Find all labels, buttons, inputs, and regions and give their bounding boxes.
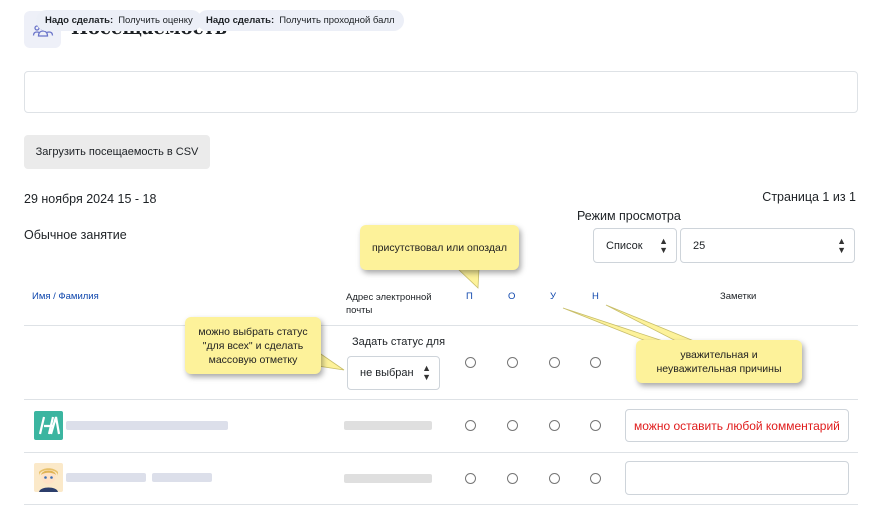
set-status-label: Задать статус для	[352, 336, 446, 348]
column-status-absent[interactable]: Н	[592, 291, 599, 302]
column-status-present[interactable]: П	[466, 291, 473, 302]
student-email-redacted	[344, 421, 432, 430]
avatar-initials-graphic	[38, 416, 61, 435]
divider	[24, 325, 858, 326]
set-status-value: не выбран	[360, 367, 414, 379]
divider	[24, 452, 858, 453]
set-all-absent-radio[interactable]	[590, 357, 601, 368]
status-present-radio[interactable]	[465, 473, 476, 484]
view-mode-value: Список	[606, 239, 643, 252]
column-name-sort-link[interactable]: Имя / Фамилия	[32, 291, 99, 302]
divider	[24, 399, 858, 400]
todo-badge-grade: Надо сделать: Получить оценку	[36, 10, 202, 31]
set-all-present-radio[interactable]	[465, 357, 476, 368]
student-email-redacted	[344, 474, 432, 483]
status-excused-radio[interactable]	[549, 420, 560, 431]
column-status-late[interactable]: О	[508, 291, 515, 302]
status-absent-radio[interactable]	[590, 420, 601, 431]
status-absent-radio[interactable]	[590, 473, 601, 484]
set-all-excused-radio[interactable]	[549, 357, 560, 368]
callout-reason: уважительная и неуважительная причины	[636, 340, 802, 383]
todo-value: Получить оценку	[118, 15, 193, 26]
note-input[interactable]: можно оставить любой комментарий	[625, 409, 849, 442]
view-mode-select[interactable]: Список ▲ ▼	[593, 228, 677, 263]
todo-label: Надо сделать:	[206, 15, 275, 26]
student-name-redacted[interactable]	[66, 421, 228, 430]
status-excused-radio[interactable]	[549, 473, 560, 484]
set-all-late-radio[interactable]	[507, 357, 518, 368]
avatar-cartoon-graphic	[39, 468, 58, 492]
upload-csv-button[interactable]: Загрузить посещаемость в CSV	[24, 135, 210, 169]
callout-present-late: присутствовал или опоздал	[360, 225, 519, 270]
completion-requirements	[24, 71, 858, 113]
per-page-select[interactable]: 25 ▲ ▼	[680, 228, 855, 263]
todo-label: Надо сделать:	[45, 15, 114, 26]
page-indicator: Страница 1 из 1	[762, 190, 856, 204]
view-mode-label: Режим просмотра	[577, 209, 681, 223]
column-email: Адрес электронной почты	[346, 292, 432, 316]
note-input[interactable]	[625, 461, 849, 495]
todo-badge-pass-grade: Надо сделать: Получить проходной балл	[197, 10, 404, 31]
select-arrows-icon: ▲ ▼	[659, 235, 668, 255]
status-present-radio[interactable]	[465, 420, 476, 431]
avatar	[34, 463, 63, 492]
session-type: Обычное занятие	[24, 228, 127, 242]
avatar	[34, 411, 63, 440]
column-status-excused[interactable]: У	[550, 291, 556, 302]
session-date: 29 ноября 2024 15 - 18	[24, 192, 157, 206]
select-arrows-icon: ▲ ▼	[422, 363, 431, 382]
callout-mass-mark: можно выбрать статус "для всех" и сделат…	[185, 317, 321, 374]
divider	[24, 504, 858, 505]
status-late-radio[interactable]	[507, 420, 518, 431]
student-surname-redacted[interactable]	[152, 473, 212, 482]
select-arrows-icon: ▲ ▼	[837, 235, 846, 255]
student-name-redacted[interactable]	[66, 473, 146, 482]
column-notes: Заметки	[720, 291, 757, 302]
per-page-value: 25	[693, 239, 706, 252]
status-late-radio[interactable]	[507, 473, 518, 484]
set-status-select[interactable]: не выбран ▲ ▼	[347, 356, 440, 390]
todo-value: Получить проходной балл	[279, 15, 395, 26]
